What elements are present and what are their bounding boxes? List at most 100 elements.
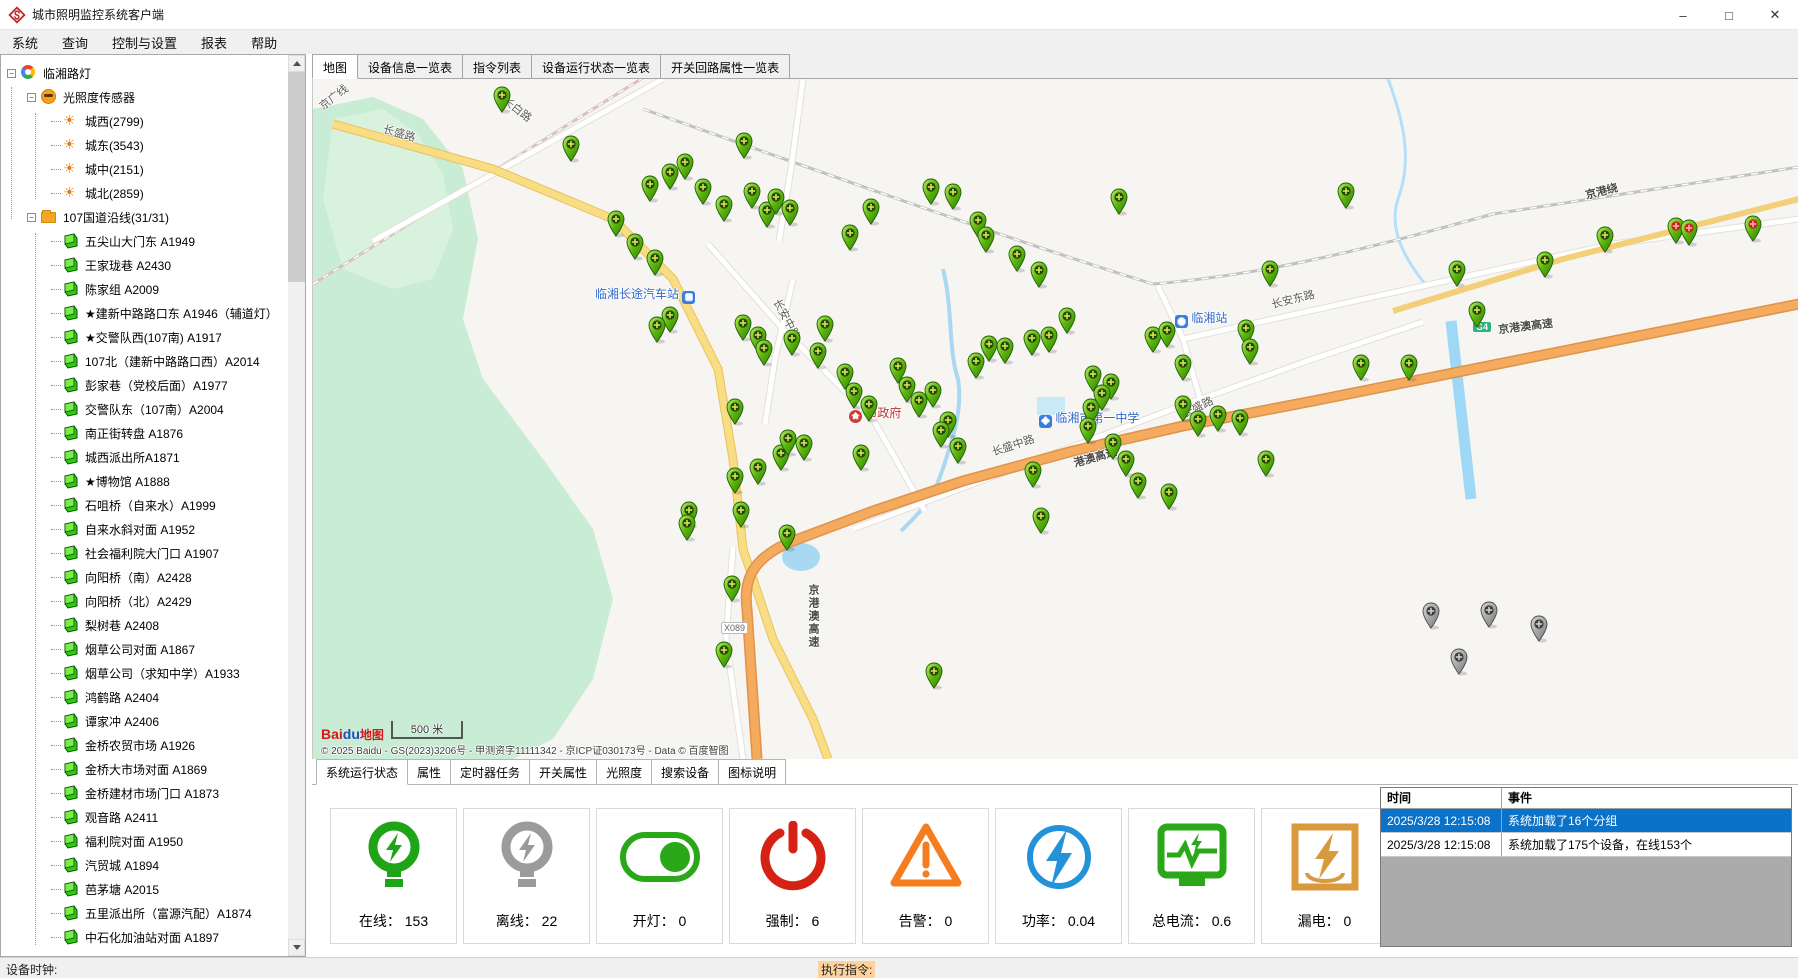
map-pin-device[interactable]: [1030, 261, 1048, 289]
tab-开关回路属性一览表[interactable]: 开关回路属性一览表: [660, 54, 790, 78]
tree-item[interactable]: 谭家冲 A2406: [1, 709, 289, 733]
map-pin-device[interactable]: [735, 132, 753, 160]
map-pin-device[interactable]: [862, 198, 880, 226]
tab-地图[interactable]: 地图: [312, 54, 358, 79]
map-pin-device[interactable]: [924, 381, 942, 409]
tab-设备信息一览表[interactable]: 设备信息一览表: [357, 54, 463, 78]
tree-item[interactable]: 彭家巷（党校后面）A1977: [1, 373, 289, 397]
map-pin-device[interactable]: [1448, 260, 1466, 288]
map-pin-device[interactable]: [795, 434, 813, 462]
map-pin-device[interactable]: [932, 421, 950, 449]
map-pin-device[interactable]: [1337, 182, 1355, 210]
tree-scrollbar[interactable]: [288, 55, 305, 956]
map-pin-device[interactable]: [678, 514, 696, 542]
map-pin-device[interactable]: [977, 226, 995, 254]
map-pin-offline[interactable]: [1422, 602, 1440, 630]
bottom-tab-系统运行状态[interactable]: 系统运行状态: [316, 759, 408, 785]
map-pin-device[interactable]: [626, 233, 644, 261]
maximize-button[interactable]: □: [1706, 0, 1752, 30]
tree-item[interactable]: ★博物馆 A1888: [1, 469, 289, 493]
tree-item[interactable]: 南正街转盘 A1876: [1, 421, 289, 445]
map-pin-device[interactable]: [676, 153, 694, 181]
map-pin-device[interactable]: [1104, 433, 1122, 461]
map-pin-alarm[interactable]: [1744, 215, 1762, 243]
map-pin-offline[interactable]: [1480, 601, 1498, 629]
map-pin-device[interactable]: [1400, 354, 1418, 382]
map-pin-device[interactable]: [1058, 307, 1076, 335]
tree-item[interactable]: ☀城北(2859): [1, 181, 289, 205]
map-pin-device[interactable]: [715, 195, 733, 223]
map-pin-device[interactable]: [944, 183, 962, 211]
map-pin-device[interactable]: [1189, 410, 1207, 438]
tree-item[interactable]: 王家珑巷 A2430: [1, 253, 289, 277]
tree-item[interactable]: ★建新中路路口东 A1946（辅道灯）: [1, 301, 289, 325]
map-pin-device[interactable]: [1032, 507, 1050, 535]
tree-item[interactable]: 汽贸城 A1894: [1, 853, 289, 877]
tree-item[interactable]: −光照度传感器: [1, 85, 289, 109]
tree-item[interactable]: 向阳桥（北）A2429: [1, 589, 289, 613]
map-pin-device[interactable]: [646, 249, 664, 277]
map-pin-device[interactable]: [841, 224, 859, 252]
bottom-tab-定时器任务[interactable]: 定时器任务: [450, 759, 530, 784]
tree-item[interactable]: 社会福利院大门口 A1907: [1, 541, 289, 565]
tab-指令列表[interactable]: 指令列表: [462, 54, 532, 78]
tree-item[interactable]: 中石化加油站对面 A1897: [1, 925, 289, 949]
tree-item[interactable]: 芭茅塘 A2015: [1, 877, 289, 901]
tree-item[interactable]: 107北（建新中路路口西）A2014: [1, 349, 289, 373]
map-pin-device[interactable]: [1040, 326, 1058, 354]
map-pin-device[interactable]: [1008, 245, 1026, 273]
tree-item[interactable]: ☀城东(3543): [1, 133, 289, 157]
map-pin-device[interactable]: [1261, 260, 1279, 288]
tree-item[interactable]: 陈家组 A2009: [1, 277, 289, 301]
minimize-button[interactable]: –: [1660, 0, 1706, 30]
map-pin-device[interactable]: [925, 662, 943, 690]
map-pin-device[interactable]: [1231, 409, 1249, 437]
map-pin-device[interactable]: [860, 395, 878, 423]
map-pin-device[interactable]: [1257, 450, 1275, 478]
tree-item[interactable]: 鸿鹤路 A2404: [1, 685, 289, 709]
map-pin-device[interactable]: [1241, 338, 1259, 366]
map-pin-device[interactable]: [1024, 461, 1042, 489]
map-pin-device[interactable]: [1158, 321, 1176, 349]
menu-查询[interactable]: 查询: [50, 30, 100, 54]
map-pin-device[interactable]: [694, 178, 712, 206]
map-pin-device[interactable]: [809, 342, 827, 370]
event-log[interactable]: 时间事件2025/3/28 12:15:08系统加载了16个分组2025/3/2…: [1380, 787, 1792, 947]
map-pin-offline[interactable]: [1450, 648, 1468, 676]
menu-帮助[interactable]: 帮助: [239, 30, 289, 54]
tree-item[interactable]: 烟草公司对面 A1867: [1, 637, 289, 661]
bottom-tab-光照度[interactable]: 光照度: [596, 759, 652, 784]
tree-expand-box[interactable]: −: [27, 93, 36, 102]
map-pin-device[interactable]: [641, 175, 659, 203]
map-pin-device[interactable]: [1536, 251, 1554, 279]
map-pin-device[interactable]: [922, 178, 940, 206]
event-log-row[interactable]: 2025/3/28 12:15:08系统加载了16个分组: [1381, 809, 1791, 833]
map-pin-device[interactable]: [726, 467, 744, 495]
tree-item[interactable]: 观音路 A2411: [1, 805, 289, 829]
map-pin-device[interactable]: [1160, 483, 1178, 511]
map-pin-offline[interactable]: [1530, 615, 1548, 643]
map-pin-device[interactable]: [778, 524, 796, 552]
map-pin-device[interactable]: [755, 339, 773, 367]
map-pin-device[interactable]: [1468, 301, 1486, 329]
map-pin-device[interactable]: [852, 444, 870, 472]
tree-item[interactable]: 金桥大市场对面 A1869: [1, 757, 289, 781]
tree-item[interactable]: 自来水斜对面 A1952: [1, 517, 289, 541]
tree-item[interactable]: 向阳桥（南）A2428: [1, 565, 289, 589]
tree-item[interactable]: 金桥农贸市场 A1926: [1, 733, 289, 757]
tree-item[interactable]: 五尖山大门东 A1949: [1, 229, 289, 253]
scroll-thumb[interactable]: [288, 72, 305, 282]
tree-item[interactable]: 石咀桥（自来水）A1999: [1, 493, 289, 517]
tree-item[interactable]: ☀城西(2799): [1, 109, 289, 133]
map-pin-device[interactable]: [1129, 472, 1147, 500]
map-pin-device[interactable]: [562, 135, 580, 163]
tree-item[interactable]: 城西派出所A1871: [1, 445, 289, 469]
map-pin-device[interactable]: [607, 210, 625, 238]
map-pin-device[interactable]: [1093, 384, 1111, 412]
map-pin-device[interactable]: [816, 315, 834, 343]
map-pin-device[interactable]: [732, 501, 750, 529]
map-pin-device[interactable]: [493, 86, 511, 114]
scroll-down-arrow[interactable]: [288, 939, 305, 956]
map-pin-device[interactable]: [1079, 417, 1097, 445]
map-canvas[interactable]: 京广线长盛路长白路长安中路长安东路京港绕京港澳高速港澳高速长盛中路长盛路京港澳高…: [312, 79, 1798, 759]
